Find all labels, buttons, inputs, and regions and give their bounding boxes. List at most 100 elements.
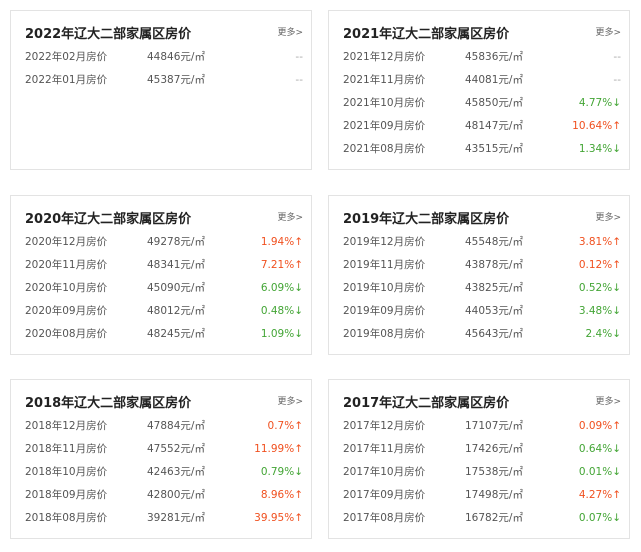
month-label: 2020年11月房价: [25, 259, 108, 271]
month-label: 2021年12月房价: [343, 51, 426, 63]
card-title: 2020年辽大二部家属区房价: [25, 212, 192, 227]
list-item: 2017年11月房价 17426元/㎡ 0.64%↓: [343, 438, 621, 461]
list-item: 2021年11月房价 44081元/㎡ --: [343, 69, 621, 92]
month-label: 2021年10月房价: [343, 97, 426, 109]
price-value: 43878元/㎡: [465, 259, 523, 271]
price-list: 2017年12月房价 17107元/㎡ 0.09%↑ 2017年11月房价 17426元…: [343, 415, 621, 530]
month-label: 2017年11月房价: [343, 443, 426, 455]
change-value: 0.52%↓: [578, 282, 621, 294]
list-item: 2017年08月房价 16782元/㎡ 0.07%↓: [343, 507, 621, 530]
price-list: 2019年12月房价 45548元/㎡ 3.81%↑ 2019年11月房价 43878元…: [343, 231, 621, 346]
more-link[interactable]: 更多>: [595, 26, 621, 40]
card-title: 2022年辽大二部家属区房价: [25, 27, 192, 42]
change-value: 4.27%↑: [578, 489, 621, 501]
month-label: 2018年11月房价: [25, 443, 108, 455]
change-value: --: [613, 51, 621, 63]
card-title: 2017年辽大二部家属区房价: [343, 396, 510, 411]
price-list: 2022年02月房价 44846元/㎡ -- 2022年01月房价 45387元/㎡ --: [25, 46, 303, 92]
list-item: 2019年12月房价 45548元/㎡ 3.81%↑: [343, 231, 621, 254]
change-value: --: [295, 74, 303, 86]
list-item: 2018年10月房价 42463元/㎡ 0.79%↓: [25, 461, 303, 484]
list-item: 2019年10月房价 43825元/㎡ 0.52%↓: [343, 277, 621, 300]
list-item: 2017年09月房价 17498元/㎡ 4.27%↑: [343, 484, 621, 507]
month-label: 2017年12月房价: [343, 420, 426, 432]
price-value: 43825元/㎡: [465, 282, 523, 294]
card-title: 2018年辽大二部家属区房价: [25, 396, 192, 411]
price-list: 2018年12月房价 47884元/㎡ 0.7%↑ 2018年11月房价 47552元/…: [25, 415, 303, 530]
list-item: 2021年10月房价 45850元/㎡ 4.77%↓: [343, 92, 621, 115]
list-item: 2020年10月房价 45090元/㎡ 6.09%↓: [25, 277, 303, 300]
card-header: 2022年辽大二部家属区房价 更多>: [25, 23, 303, 43]
change-value: 3.48%↓: [578, 305, 621, 317]
change-value: --: [295, 51, 303, 63]
list-item: 2020年09月房价 48012元/㎡ 0.48%↓: [25, 300, 303, 323]
change-value: 3.81%↑: [578, 236, 621, 248]
price-value: 17426元/㎡: [465, 443, 523, 455]
more-link[interactable]: 更多>: [277, 211, 303, 225]
price-value: 43515元/㎡: [465, 143, 523, 155]
list-item: 2017年12月房价 17107元/㎡ 0.09%↑: [343, 415, 621, 438]
price-value: 17538元/㎡: [465, 466, 523, 478]
price-card-2019: 2019年辽大二部家属区房价 更多> 2019年12月房价 45548元/㎡ 3.8…: [328, 195, 630, 355]
list-item: 2019年09月房价 44053元/㎡ 3.48%↓: [343, 300, 621, 323]
price-value: 17498元/㎡: [465, 489, 523, 501]
change-value: 0.48%↓: [260, 305, 303, 317]
price-value: 45387元/㎡: [147, 74, 205, 86]
change-value: 11.99%↑: [254, 443, 303, 455]
price-value: 42463元/㎡: [147, 466, 205, 478]
price-card-2017: 2017年辽大二部家属区房价 更多> 2017年12月房价 17107元/㎡ 0.0…: [328, 379, 630, 539]
list-item: 2018年12月房价 47884元/㎡ 0.7%↑: [25, 415, 303, 438]
more-link[interactable]: 更多>: [595, 211, 621, 225]
price-value: 42800元/㎡: [147, 489, 205, 501]
list-item: 2020年11月房价 48341元/㎡ 7.21%↑: [25, 254, 303, 277]
price-value: 45643元/㎡: [465, 328, 523, 340]
card-header: 2019年辽大二部家属区房价 更多>: [343, 208, 621, 228]
change-value: 0.7%↑: [267, 420, 303, 432]
change-value: 4.77%↓: [578, 97, 621, 109]
change-value: 0.12%↑: [578, 259, 621, 271]
list-item: 2017年10月房价 17538元/㎡ 0.01%↓: [343, 461, 621, 484]
list-item: 2018年09月房价 42800元/㎡ 8.96%↑: [25, 484, 303, 507]
month-label: 2019年09月房价: [343, 305, 426, 317]
price-value: 48012元/㎡: [147, 305, 205, 317]
month-label: 2018年08月房价: [25, 512, 108, 524]
list-item: 2021年09月房价 48147元/㎡ 10.64%↑: [343, 115, 621, 138]
month-label: 2019年11月房价: [343, 259, 426, 271]
change-value: 0.01%↓: [578, 466, 621, 478]
price-value: 45548元/㎡: [465, 236, 523, 248]
price-card-2018: 2018年辽大二部家属区房价 更多> 2018年12月房价 47884元/㎡ 0.7…: [10, 379, 312, 539]
more-link[interactable]: 更多>: [277, 395, 303, 409]
list-item: 2020年08月房价 48245元/㎡ 1.09%↓: [25, 323, 303, 346]
price-value: 48341元/㎡: [147, 259, 205, 271]
more-link[interactable]: 更多>: [277, 26, 303, 40]
list-item: 2018年08月房价 39281元/㎡ 39.95%↑: [25, 507, 303, 530]
more-link[interactable]: 更多>: [595, 395, 621, 409]
price-value: 44081元/㎡: [465, 74, 523, 86]
month-label: 2018年09月房价: [25, 489, 108, 501]
price-value: 45836元/㎡: [465, 51, 523, 63]
price-value: 49278元/㎡: [147, 236, 205, 248]
month-label: 2017年09月房价: [343, 489, 426, 501]
change-value: 0.79%↓: [260, 466, 303, 478]
month-label: 2020年09月房价: [25, 305, 108, 317]
card-title: 2021年辽大二部家属区房价: [343, 27, 510, 42]
month-label: 2020年12月房价: [25, 236, 108, 248]
list-item: 2019年11月房价 43878元/㎡ 0.12%↑: [343, 254, 621, 277]
month-label: 2022年02月房价: [25, 51, 108, 63]
month-label: 2021年09月房价: [343, 120, 426, 132]
price-value: 44846元/㎡: [147, 51, 205, 63]
month-label: 2020年10月房价: [25, 282, 108, 294]
month-label: 2019年08月房价: [343, 328, 426, 340]
month-label: 2021年08月房价: [343, 143, 426, 155]
price-card-2022: 2022年辽大二部家属区房价 更多> 2022年02月房价 44846元/㎡ -- 2…: [10, 10, 312, 170]
list-item: 2021年12月房价 45836元/㎡ --: [343, 46, 621, 69]
month-label: 2018年10月房价: [25, 466, 108, 478]
price-card-2021: 2021年辽大二部家属区房价 更多> 2021年12月房价 45836元/㎡ -- 2…: [328, 10, 630, 170]
price-value: 48245元/㎡: [147, 328, 205, 340]
card-header: 2018年辽大二部家属区房价 更多>: [25, 392, 303, 412]
change-value: 0.07%↓: [578, 512, 621, 524]
change-value: 1.94%↑: [260, 236, 303, 248]
month-label: 2019年10月房价: [343, 282, 426, 294]
month-label: 2020年08月房价: [25, 328, 108, 340]
price-value: 48147元/㎡: [465, 120, 523, 132]
